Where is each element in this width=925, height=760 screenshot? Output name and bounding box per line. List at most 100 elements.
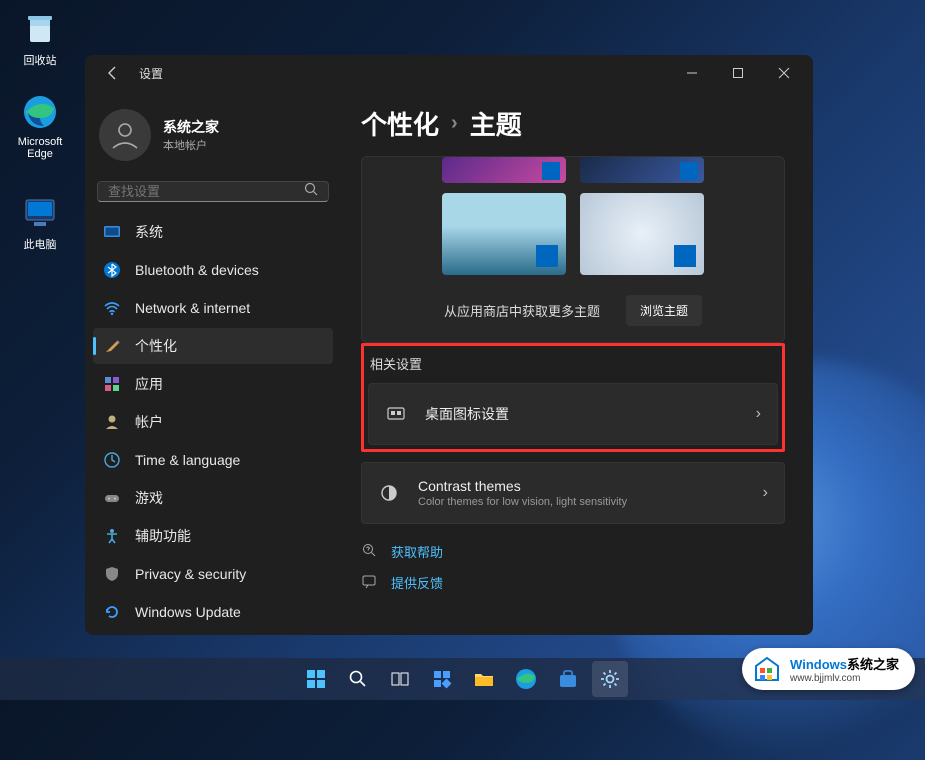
desktop-icon-edge[interactable]: Microsoft Edge bbox=[10, 92, 70, 160]
desktop-icon-this-pc[interactable]: 此电脑 bbox=[10, 192, 70, 252]
desktop-icon-recycle-bin[interactable]: 回收站 bbox=[10, 8, 70, 68]
row-subtitle: Color themes for low vision, light sensi… bbox=[418, 496, 745, 508]
taskbar-explorer[interactable] bbox=[466, 661, 502, 697]
taskbar-edge[interactable] bbox=[508, 661, 544, 697]
feedback-link[interactable]: 提供反馈 bbox=[361, 573, 785, 592]
row-title: 桌面图标设置 bbox=[425, 404, 738, 424]
profile-sub: 本地帐户 bbox=[163, 137, 219, 153]
desktop-icon-label: 回收站 bbox=[10, 52, 70, 68]
nav-label: 个性化 bbox=[135, 336, 177, 356]
apps-icon bbox=[103, 375, 121, 393]
nav-accounts[interactable]: 帐户 bbox=[93, 404, 333, 440]
shield-icon bbox=[103, 565, 121, 583]
windows-icon bbox=[305, 668, 327, 690]
update-icon bbox=[103, 603, 121, 621]
themes-panel: 从应用商店中获取更多主题 浏览主题 bbox=[361, 156, 785, 343]
minimize-icon bbox=[686, 67, 698, 79]
maximize-icon bbox=[732, 67, 744, 79]
chevron-right-icon: › bbox=[451, 112, 458, 135]
taskbar-widgets[interactable] bbox=[424, 661, 460, 697]
nav-label: Windows Update bbox=[135, 604, 241, 620]
contrast-themes-row[interactable]: Contrast themes Color themes for low vis… bbox=[361, 462, 785, 524]
store-text: 从应用商店中获取更多主题 bbox=[444, 301, 600, 320]
this-pc-icon bbox=[20, 192, 60, 232]
edge-icon bbox=[515, 668, 537, 690]
arrow-left-icon bbox=[105, 65, 121, 81]
desktop-icons-icon bbox=[385, 403, 407, 425]
bluetooth-icon bbox=[103, 261, 121, 279]
avatar bbox=[99, 109, 151, 161]
watermark: Windows系统之家 www.bjjmlv.com bbox=[742, 648, 915, 690]
theme-thumb[interactable] bbox=[580, 193, 704, 275]
nav-windows-update[interactable]: Windows Update bbox=[93, 594, 333, 630]
window-title: 设置 bbox=[139, 65, 163, 82]
nav-privacy[interactable]: Privacy & security bbox=[93, 556, 333, 592]
nav-system[interactable]: 系统 bbox=[93, 214, 333, 250]
clock-globe-icon bbox=[103, 451, 121, 469]
accounts-icon bbox=[103, 413, 121, 431]
taskview-icon bbox=[390, 669, 410, 689]
back-button[interactable] bbox=[101, 61, 125, 85]
link-label: 提供反馈 bbox=[391, 573, 443, 592]
start-button[interactable] bbox=[298, 661, 334, 697]
nav-gaming[interactable]: 游戏 bbox=[93, 480, 333, 516]
nav-label: 辅助功能 bbox=[135, 526, 191, 546]
get-help-link[interactable]: 获取帮助 bbox=[361, 542, 785, 561]
link-label: 获取帮助 bbox=[391, 542, 443, 561]
gear-icon bbox=[599, 668, 621, 690]
maximize-button[interactable] bbox=[715, 57, 761, 89]
row-title: Contrast themes bbox=[418, 478, 745, 494]
watermark-url: www.bjjmlv.com bbox=[790, 673, 899, 684]
theme-thumb[interactable] bbox=[442, 193, 566, 275]
minimize-button[interactable] bbox=[669, 57, 715, 89]
widgets-icon bbox=[432, 669, 452, 689]
taskbar-taskview[interactable] bbox=[382, 661, 418, 697]
nav-apps[interactable]: 应用 bbox=[93, 366, 333, 402]
highlight-annotation: 相关设置 桌面图标设置 › bbox=[361, 343, 785, 452]
desktop-icon-label: Microsoft Edge bbox=[10, 136, 70, 160]
accessibility-icon bbox=[103, 527, 121, 545]
help-icon bbox=[361, 542, 379, 561]
profile-name: 系统之家 bbox=[163, 117, 219, 137]
main-content: 个性化 › 主题 从应用商店中获取更多主题 浏览主题 相 bbox=[345, 91, 813, 635]
system-icon bbox=[103, 223, 121, 241]
nav-label: Privacy & security bbox=[135, 566, 246, 582]
browse-themes-button[interactable]: 浏览主题 bbox=[626, 295, 702, 326]
watermark-brand: Windows bbox=[790, 657, 847, 672]
contrast-icon bbox=[378, 482, 400, 504]
chevron-right-icon: › bbox=[763, 484, 768, 502]
nav-label: Bluetooth & devices bbox=[135, 262, 259, 278]
wifi-icon bbox=[103, 299, 121, 317]
nav-label: 应用 bbox=[135, 374, 163, 394]
sidebar: 系统之家 本地帐户 系统 Bluetooth & devices bbox=[85, 91, 345, 635]
desktop-icon-settings-row[interactable]: 桌面图标设置 › bbox=[368, 383, 778, 445]
search-icon bbox=[348, 669, 368, 689]
settings-window: 设置 系统之家 本地帐户 bbox=[85, 55, 813, 635]
nav-personalization[interactable]: 个性化 bbox=[93, 328, 333, 364]
nav-network[interactable]: Network & internet bbox=[93, 290, 333, 326]
nav-time-language[interactable]: Time & language bbox=[93, 442, 333, 478]
nav-label: Time & language bbox=[135, 452, 240, 468]
breadcrumb-parent[interactable]: 个性化 bbox=[361, 105, 439, 142]
breadcrumb-current: 主题 bbox=[470, 105, 522, 142]
theme-thumb[interactable] bbox=[580, 157, 704, 183]
paintbrush-icon bbox=[103, 337, 121, 355]
theme-thumb[interactable] bbox=[442, 157, 566, 183]
taskbar-search[interactable] bbox=[340, 661, 376, 697]
nav-bluetooth[interactable]: Bluetooth & devices bbox=[93, 252, 333, 288]
related-settings-heading: 相关设置 bbox=[370, 354, 778, 373]
watermark-logo-icon bbox=[752, 654, 782, 684]
search-input[interactable] bbox=[108, 184, 304, 199]
gamepad-icon bbox=[103, 489, 121, 507]
taskbar-settings[interactable] bbox=[592, 661, 628, 697]
breadcrumb: 个性化 › 主题 bbox=[361, 105, 785, 142]
taskbar-store[interactable] bbox=[550, 661, 586, 697]
folder-icon bbox=[473, 668, 495, 690]
close-button[interactable] bbox=[761, 57, 807, 89]
nav-accessibility[interactable]: 辅助功能 bbox=[93, 518, 333, 554]
nav-label: 系统 bbox=[135, 222, 163, 242]
search-box[interactable] bbox=[97, 181, 329, 202]
profile-block[interactable]: 系统之家 本地帐户 bbox=[89, 103, 337, 177]
search-icon bbox=[304, 182, 318, 201]
person-icon bbox=[108, 118, 142, 152]
